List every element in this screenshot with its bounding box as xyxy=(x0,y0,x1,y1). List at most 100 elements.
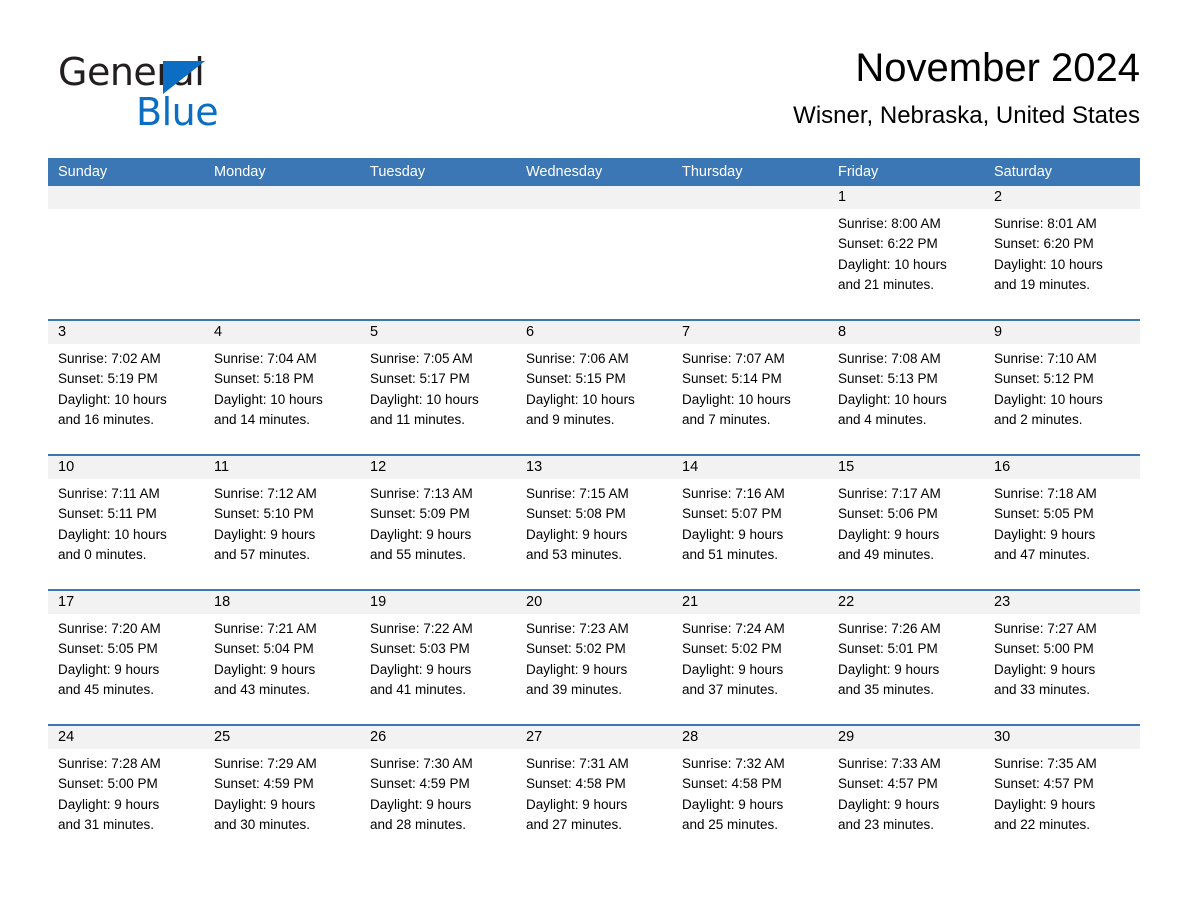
daylight-text-line1: Daylight: 9 hours xyxy=(214,661,316,677)
generalblue-logo[interactable]: General Blue xyxy=(58,50,358,138)
daylight-text-line1: Daylight: 9 hours xyxy=(682,796,784,812)
title-block: November 2024 Wisner, Nebraska, United S… xyxy=(793,42,1140,132)
daylight-text-line1: Daylight: 9 hours xyxy=(838,526,940,542)
calendar-day-cell[interactable]: 17 Sunrise: 7:20 AM Sunset: 5:05 PM Dayligh… xyxy=(48,591,204,724)
calendar-day-cell[interactable]: 22 Sunrise: 7:26 AM Sunset: 5:01 PM Dayligh… xyxy=(828,591,984,724)
daylight-text-line1: Daylight: 9 hours xyxy=(994,796,1096,812)
daylight-text-line2: and 30 minutes. xyxy=(214,816,311,832)
calendar-page: General Blue November 2024 Wisner, Nebra… xyxy=(0,0,1188,918)
day-number: 9 xyxy=(994,324,1003,340)
day-number: 7 xyxy=(682,324,691,340)
calendar-day-cell[interactable]: 19 Sunrise: 7:22 AM Sunset: 5:03 PM Dayligh… xyxy=(360,591,516,724)
day-number: 1 xyxy=(838,189,847,205)
sunset-text: Sunset: 5:03 PM xyxy=(370,641,470,657)
daylight-text-line1: Daylight: 10 hours xyxy=(58,391,167,407)
day-number-band: 5 xyxy=(360,321,516,344)
calendar-day-cell[interactable]: 5 Sunrise: 7:05 AM Sunset: 5:17 PM Daylight… xyxy=(360,321,516,454)
calendar-day-cell[interactable]: 1 Sunrise: 8:00 AM Sunset: 6:22 PM Daylight… xyxy=(828,186,984,319)
daylight-text-line1: Daylight: 9 hours xyxy=(58,661,160,677)
day-number-band: 12 xyxy=(360,456,516,479)
calendar-day-cell[interactable]: 25 Sunrise: 7:29 AM Sunset: 4:59 PM Dayligh… xyxy=(204,726,360,859)
calendar-day-cell[interactable]: 3 Sunrise: 7:02 AM Sunset: 5:19 PM Daylight… xyxy=(48,321,204,454)
sunset-text: Sunset: 5:18 PM xyxy=(214,371,314,387)
calendar-day-cell[interactable]: 23 Sunrise: 7:27 AM Sunset: 5:00 PM Dayligh… xyxy=(984,591,1140,724)
day-details: Sunrise: 7:04 AM Sunset: 5:18 PM Daylight:… xyxy=(204,344,360,430)
day-number-band: 24 xyxy=(48,726,204,749)
calendar-week-row: 10 Sunrise: 7:11 AM Sunset: 5:11 PM Dayligh… xyxy=(48,454,1140,589)
calendar-day-cell[interactable]: 16 Sunrise: 7:18 AM Sunset: 5:05 PM Dayligh… xyxy=(984,456,1140,589)
day-details: Sunrise: 7:06 AM Sunset: 5:15 PM Daylight:… xyxy=(516,344,672,430)
calendar-day-cell[interactable]: 6 Sunrise: 7:06 AM Sunset: 5:15 PM Daylight… xyxy=(516,321,672,454)
sunrise-text: Sunrise: 7:30 AM xyxy=(370,756,473,771)
calendar-day-cell[interactable]: 20 Sunrise: 7:23 AM Sunset: 5:02 PM Dayligh… xyxy=(516,591,672,724)
day-details: Sunrise: 7:02 AM Sunset: 5:19 PM Daylight:… xyxy=(48,344,204,430)
calendar-day-cell[interactable]: 2 Sunrise: 8:01 AM Sunset: 6:20 PM Daylight… xyxy=(984,186,1140,319)
day-number-band: 4 xyxy=(204,321,360,344)
calendar-day-cell[interactable]: 28 Sunrise: 7:32 AM Sunset: 4:58 PM Dayligh… xyxy=(672,726,828,859)
calendar-day-cell[interactable]: 26 Sunrise: 7:30 AM Sunset: 4:59 PM Dayligh… xyxy=(360,726,516,859)
weekday-header-thursday: Thursday xyxy=(682,164,743,180)
day-number: 21 xyxy=(682,594,699,610)
daylight-text-line2: and 2 minutes. xyxy=(994,411,1083,427)
day-details: Sunrise: 7:22 AM Sunset: 5:03 PM Daylight:… xyxy=(360,614,516,700)
day-number-band: 21 xyxy=(672,591,828,614)
weekday-header-wednesday: Wednesday xyxy=(526,164,603,180)
calendar-day-cell[interactable]: 15 Sunrise: 7:17 AM Sunset: 5:06 PM Dayligh… xyxy=(828,456,984,589)
day-number-band: 15 xyxy=(828,456,984,479)
daylight-text-line2: and 7 minutes. xyxy=(682,411,771,427)
day-details: Sunrise: 7:17 AM Sunset: 5:06 PM Daylight:… xyxy=(828,479,984,565)
daylight-text-line1: Daylight: 9 hours xyxy=(838,661,940,677)
day-number-band: 25 xyxy=(204,726,360,749)
day-number-band: 17 xyxy=(48,591,204,614)
day-number-band: 3 xyxy=(48,321,204,344)
day-number: 25 xyxy=(214,729,231,745)
calendar-day-cell[interactable]: 8 Sunrise: 7:08 AM Sunset: 5:13 PM Daylight… xyxy=(828,321,984,454)
daylight-text-line2: and 28 minutes. xyxy=(370,816,467,832)
daylight-text-line1: Daylight: 10 hours xyxy=(58,526,167,542)
calendar-day-cell[interactable]: 29 Sunrise: 7:33 AM Sunset: 4:57 PM Dayligh… xyxy=(828,726,984,859)
sunrise-text: Sunrise: 7:11 AM xyxy=(58,486,160,501)
calendar-day-cell-empty xyxy=(360,186,516,319)
day-number: 17 xyxy=(58,594,75,610)
daylight-text-line1: Daylight: 10 hours xyxy=(838,256,947,272)
calendar-day-cell[interactable]: 12 Sunrise: 7:13 AM Sunset: 5:09 PM Dayligh… xyxy=(360,456,516,589)
day-number: 13 xyxy=(526,459,543,475)
day-number: 5 xyxy=(370,324,379,340)
calendar-day-cell[interactable]: 24 Sunrise: 7:28 AM Sunset: 5:00 PM Dayligh… xyxy=(48,726,204,859)
sunset-text: Sunset: 5:05 PM xyxy=(994,506,1094,522)
calendar-week-row: 17 Sunrise: 7:20 AM Sunset: 5:05 PM Dayligh… xyxy=(48,589,1140,724)
calendar-day-cell[interactable]: 13 Sunrise: 7:15 AM Sunset: 5:08 PM Dayligh… xyxy=(516,456,672,589)
sunset-text: Sunset: 5:19 PM xyxy=(58,371,158,387)
sunset-text: Sunset: 5:06 PM xyxy=(838,506,938,522)
day-number: 19 xyxy=(370,594,387,610)
calendar-weeks: 1 Sunrise: 8:00 AM Sunset: 6:22 PM Daylight… xyxy=(48,186,1140,859)
calendar-day-cell[interactable]: 30 Sunrise: 7:35 AM Sunset: 4:57 PM Dayligh… xyxy=(984,726,1140,859)
daylight-text-line2: and 16 minutes. xyxy=(58,411,155,427)
daylight-text-line2: and 47 minutes. xyxy=(994,546,1091,562)
calendar-day-cell[interactable]: 14 Sunrise: 7:16 AM Sunset: 5:07 PM Dayligh… xyxy=(672,456,828,589)
weekday-header-friday: Friday xyxy=(838,164,879,180)
calendar-day-cell[interactable]: 7 Sunrise: 7:07 AM Sunset: 5:14 PM Daylight… xyxy=(672,321,828,454)
day-details: Sunrise: 7:27 AM Sunset: 5:00 PM Daylight:… xyxy=(984,614,1140,700)
daylight-text-line1: Daylight: 10 hours xyxy=(994,391,1103,407)
day-number-band: 14 xyxy=(672,456,828,479)
sunset-text: Sunset: 5:09 PM xyxy=(370,506,470,522)
calendar-day-cell[interactable]: 21 Sunrise: 7:24 AM Sunset: 5:02 PM Dayligh… xyxy=(672,591,828,724)
sunrise-text: Sunrise: 7:28 AM xyxy=(58,756,161,771)
calendar-day-cell[interactable]: 4 Sunrise: 7:04 AM Sunset: 5:18 PM Daylight… xyxy=(204,321,360,454)
calendar-day-cell[interactable]: 9 Sunrise: 7:10 AM Sunset: 5:12 PM Daylight… xyxy=(984,321,1140,454)
day-details: Sunrise: 7:20 AM Sunset: 5:05 PM Daylight:… xyxy=(48,614,204,700)
day-details: Sunrise: 7:23 AM Sunset: 5:02 PM Daylight:… xyxy=(516,614,672,700)
sunrise-text: Sunrise: 7:17 AM xyxy=(838,486,941,501)
daylight-text-line1: Daylight: 9 hours xyxy=(214,526,316,542)
calendar-day-cell[interactable]: 11 Sunrise: 7:12 AM Sunset: 5:10 PM Dayligh… xyxy=(204,456,360,589)
daylight-text-line1: Daylight: 9 hours xyxy=(682,526,784,542)
daylight-text-line2: and 35 minutes. xyxy=(838,681,935,697)
calendar-day-cell[interactable]: 10 Sunrise: 7:11 AM Sunset: 5:11 PM Dayligh… xyxy=(48,456,204,589)
calendar-day-cell[interactable]: 27 Sunrise: 7:31 AM Sunset: 4:58 PM Dayligh… xyxy=(516,726,672,859)
day-details: Sunrise: 8:00 AM Sunset: 6:22 PM Daylight:… xyxy=(828,209,984,295)
sunset-text: Sunset: 5:00 PM xyxy=(994,641,1094,657)
calendar-week-row: 1 Sunrise: 8:00 AM Sunset: 6:22 PM Daylight… xyxy=(48,186,1140,319)
sunset-text: Sunset: 5:14 PM xyxy=(682,371,782,387)
calendar-day-cell[interactable]: 18 Sunrise: 7:21 AM Sunset: 5:04 PM Dayligh… xyxy=(204,591,360,724)
